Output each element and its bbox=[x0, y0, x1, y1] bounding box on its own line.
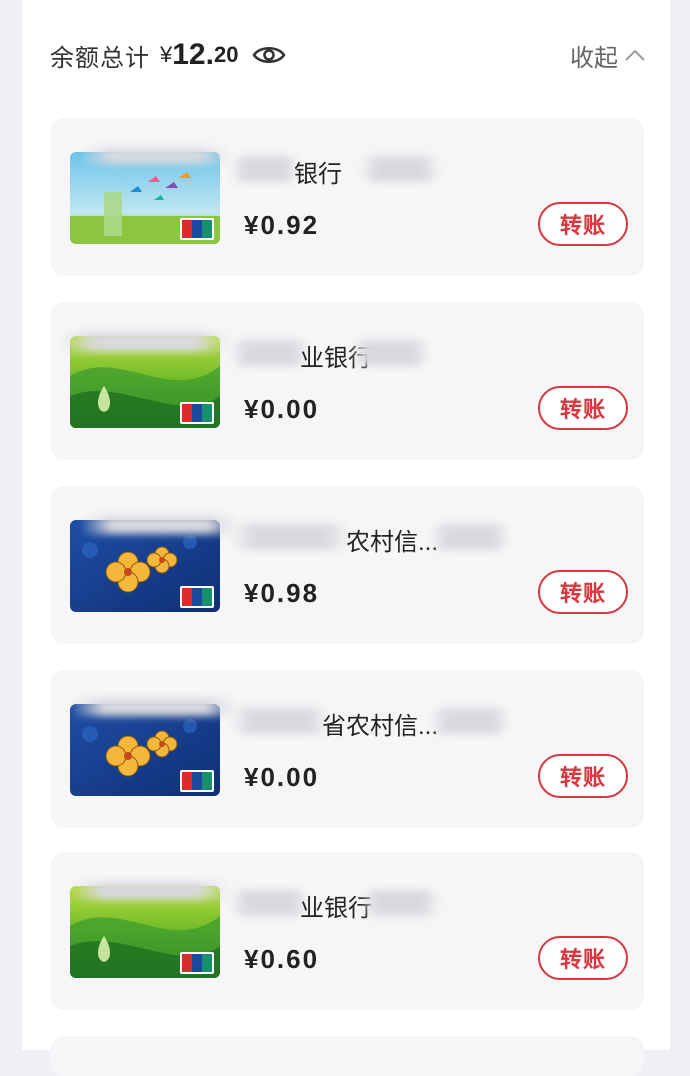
bank-card-item[interactable]: 业银行 ¥0.60 转账 bbox=[50, 852, 644, 1010]
transfer-button[interactable]: 转账 bbox=[538, 936, 628, 980]
bank-card-item[interactable]: 省农村信... ¥0.00 转账 bbox=[50, 670, 644, 828]
card-balance: ¥0.00 bbox=[244, 394, 320, 424]
bank-name: 省农村信... bbox=[322, 713, 439, 740]
bank-card-image bbox=[70, 152, 220, 244]
collapse-label: 收起 bbox=[570, 44, 618, 72]
currency-symbol: ¥ bbox=[160, 42, 173, 67]
bank-card-item[interactable]: 业银行 ¥0.00 转账 bbox=[50, 302, 644, 460]
bank-card-image bbox=[70, 704, 220, 796]
card-balance: ¥0.98 bbox=[244, 578, 320, 608]
card-balance: ¥0.92 bbox=[244, 210, 320, 240]
collapse-button[interactable]: 收起 bbox=[570, 38, 646, 73]
bank-name: 银行 bbox=[294, 161, 342, 188]
bank-card-item[interactable]: 农村信... ¥0.98 转账 bbox=[50, 486, 644, 644]
total-balance-label: 余额总计 bbox=[50, 44, 150, 72]
bank-card-item-partial[interactable] bbox=[50, 1036, 644, 1076]
bank-card-item[interactable]: 银行 ¥0.92 转账 bbox=[50, 118, 644, 276]
chevron-up-icon bbox=[625, 49, 645, 61]
transfer-button[interactable]: 转账 bbox=[538, 570, 628, 614]
card-balance: ¥0.00 bbox=[244, 762, 320, 792]
card-balance: ¥0.60 bbox=[244, 944, 320, 974]
transfer-button[interactable]: 转账 bbox=[538, 386, 628, 430]
bank-name: 农村信... bbox=[346, 529, 439, 556]
total-amount-integer: 12. bbox=[172, 38, 214, 71]
total-amount-decimal: 20 bbox=[213, 42, 239, 67]
eye-icon[interactable] bbox=[252, 43, 287, 67]
balance-header: 余额总计 ¥ 12. 20 收起 bbox=[50, 30, 646, 80]
transfer-button[interactable]: 转账 bbox=[538, 754, 628, 798]
transfer-button[interactable]: 转账 bbox=[538, 202, 628, 246]
